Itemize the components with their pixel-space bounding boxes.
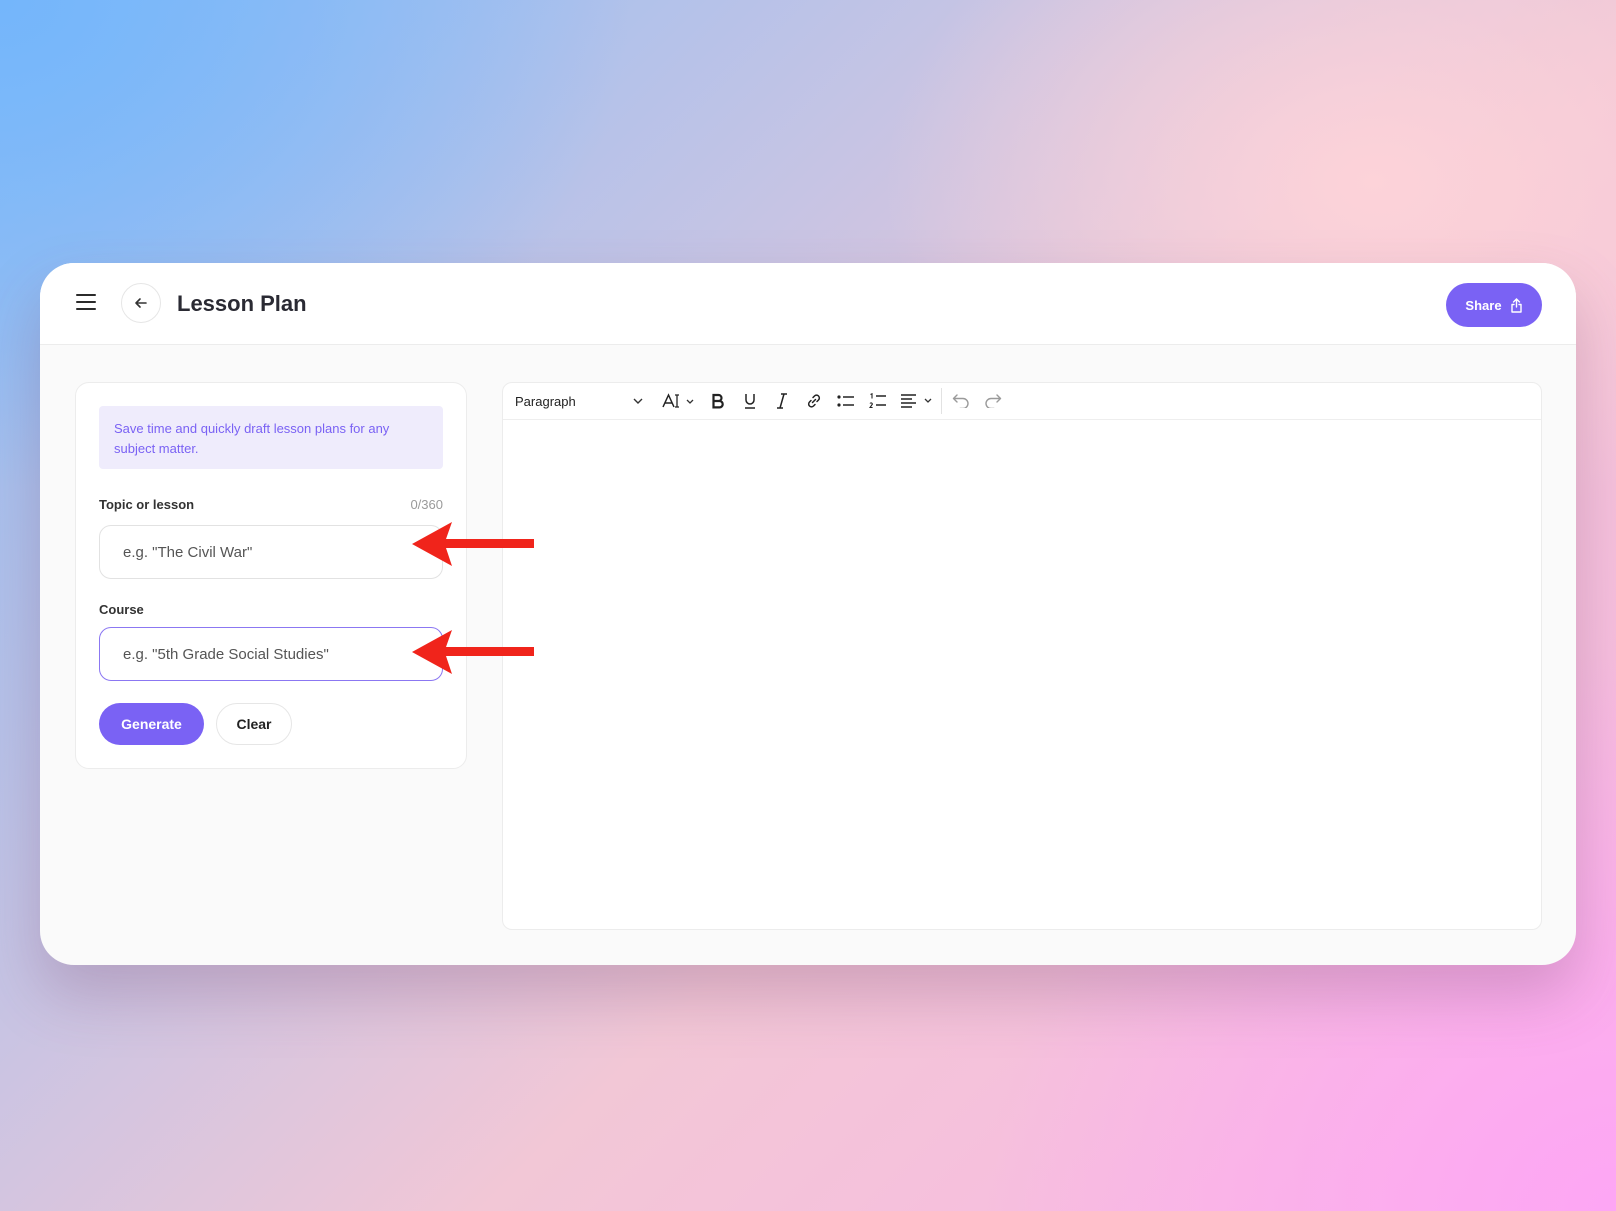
numbered-list-icon [869,393,886,409]
font-size-button[interactable] [661,393,697,409]
annotation-arrow-icon [412,522,534,566]
annotation-arrow-icon [412,630,534,674]
align-button[interactable] [899,394,935,408]
info-box: Save time and quickly draft lesson plans… [99,406,443,469]
italic-button[interactable] [771,393,793,409]
share-icon [1510,297,1522,313]
bullet-list-icon [837,395,854,407]
top-bar: Lesson Plan Share [40,263,1576,345]
redo-icon [985,394,1002,408]
underline-icon [745,394,755,409]
lesson-form-panel: Save time and quickly draft lesson plans… [75,382,467,769]
clear-button[interactable]: Clear [216,703,292,745]
chevron-down-icon [633,398,643,404]
numbered-list-button[interactable] [867,393,889,409]
bold-button[interactable] [707,393,729,409]
topic-label: Topic or lesson [99,497,195,512]
share-button[interactable]: Share [1446,283,1542,327]
topic-char-counter: 0/360 [410,497,443,512]
align-icon [901,394,932,408]
share-button-label: Share [1465,297,1502,313]
editor-toolbar: Paragraph [503,383,1541,420]
link-button[interactable] [803,393,825,409]
redo-button[interactable] [982,394,1004,408]
link-icon [807,394,821,408]
toolbar-separator [941,388,942,414]
page-title: Lesson Plan [177,291,307,316]
italic-icon [777,393,787,409]
app-window: Lesson Plan Share Save time and quickly … [40,263,1576,965]
course-label: Course [99,602,144,617]
generate-button[interactable]: Generate [99,703,204,745]
font-size-icon [662,393,694,408]
editor-content-area[interactable] [503,421,1541,929]
bullet-list-button[interactable] [835,394,857,408]
hamburger-menu-icon[interactable] [76,294,96,310]
topic-input[interactable] [99,525,443,579]
undo-icon [952,394,969,408]
block-type-value: Paragraph [515,393,576,409]
arrow-left-icon [135,298,147,308]
back-button[interactable] [121,283,161,323]
underline-button[interactable] [739,393,761,409]
bold-icon [712,393,724,409]
block-type-select[interactable]: Paragraph [515,394,643,409]
rich-text-editor: Paragraph [502,382,1542,930]
undo-button[interactable] [950,394,972,408]
course-input[interactable] [99,627,443,681]
